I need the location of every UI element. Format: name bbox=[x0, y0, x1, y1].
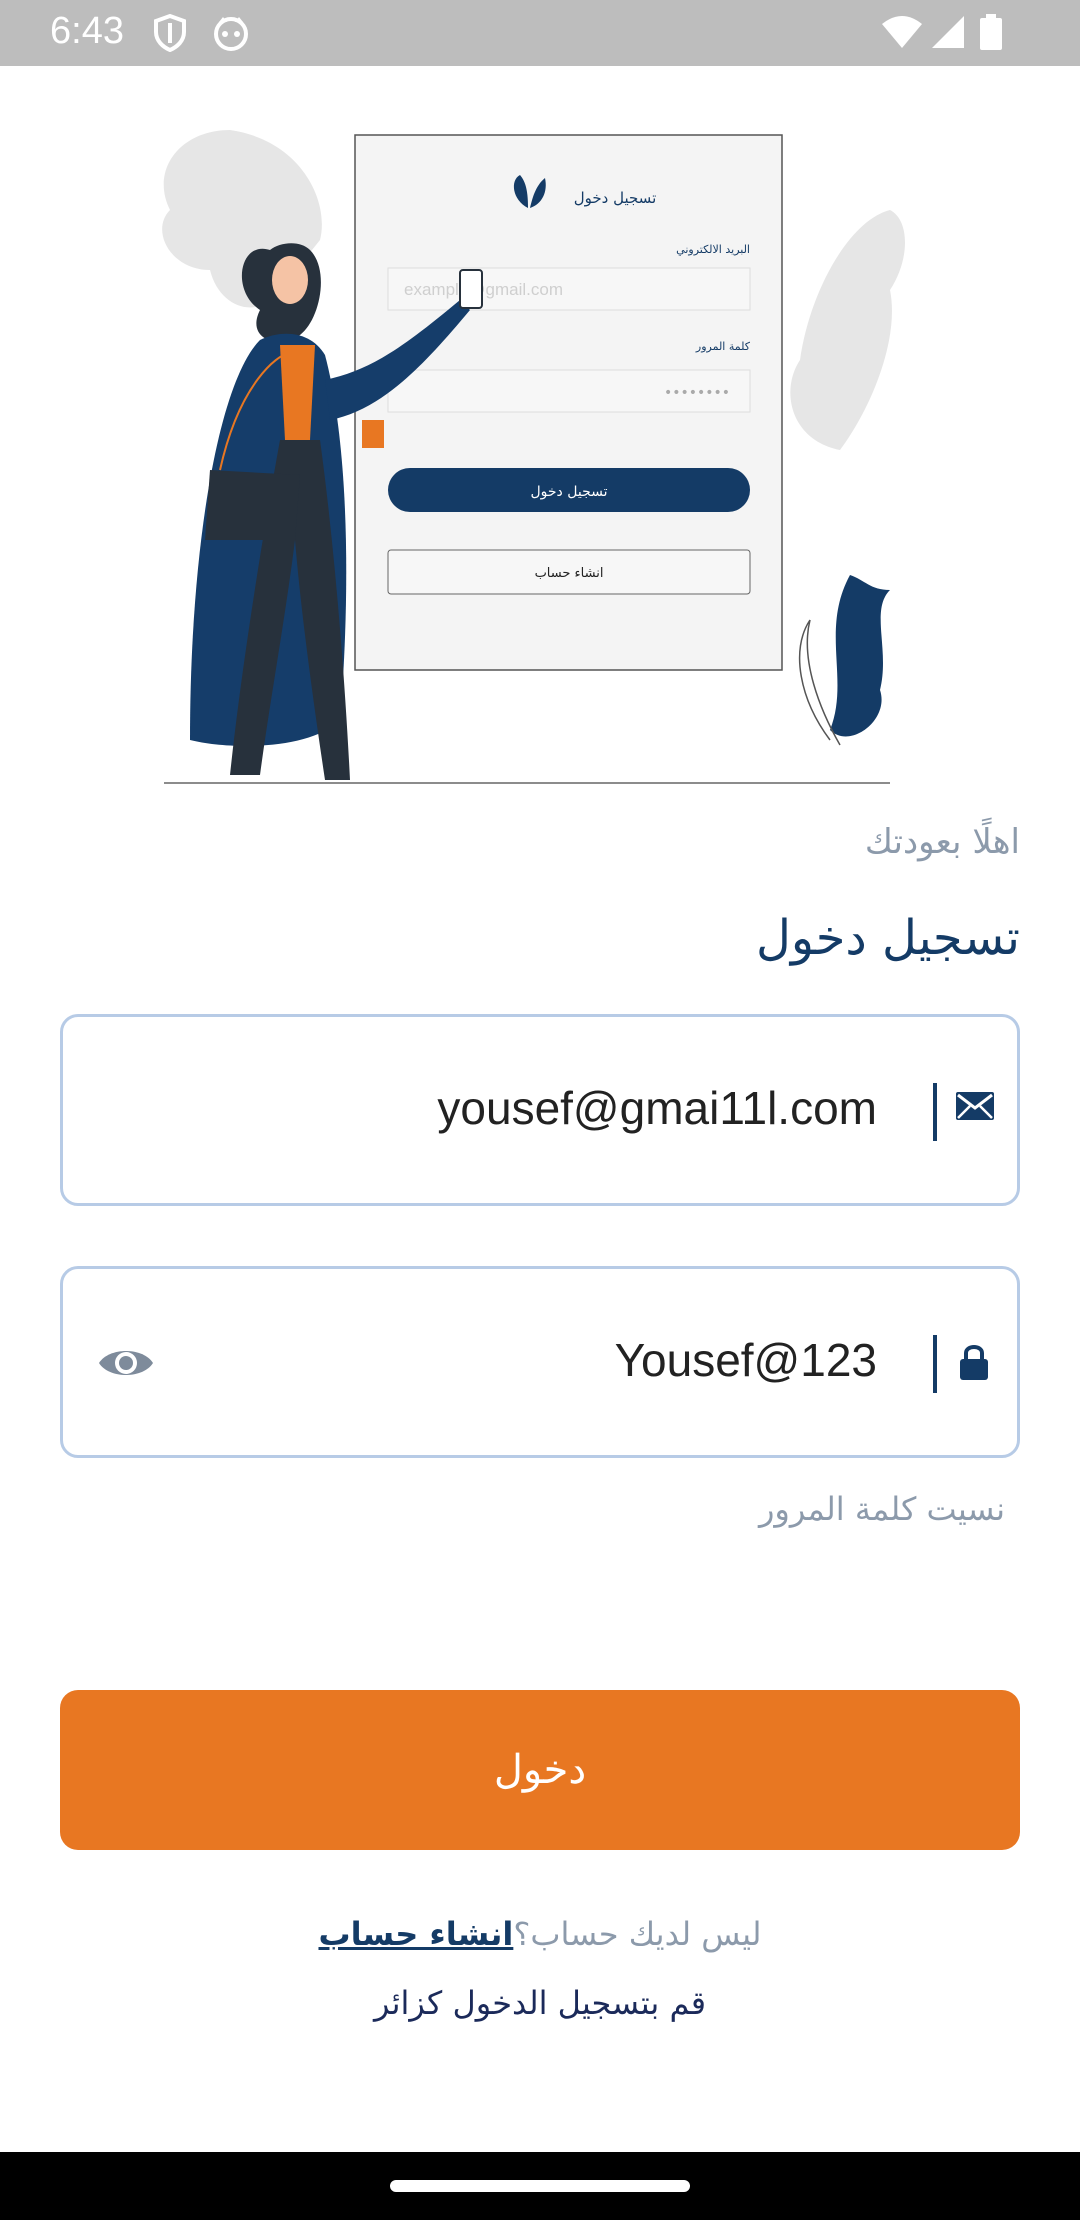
signal-icon bbox=[930, 14, 966, 54]
password-value[interactable]: Yousef@123 bbox=[615, 1333, 877, 1387]
forgot-password-link[interactable]: نسيت كلمة المرور bbox=[759, 1490, 1005, 1528]
login-screen: 6:43 تسجيل دخول البريد الالكتروني exampl… bbox=[0, 0, 1080, 2220]
shield-icon bbox=[152, 13, 188, 56]
create-account-link[interactable]: انشاء حساب bbox=[318, 1915, 513, 1953]
battery-icon bbox=[980, 14, 1002, 54]
eye-icon[interactable] bbox=[97, 1343, 155, 1387]
page-title: تسجيل دخول bbox=[756, 910, 1020, 966]
password-field[interactable]: Yousef@123 bbox=[60, 1266, 1020, 1458]
field-divider bbox=[933, 1335, 937, 1393]
signup-prompt: ليس لديك حساب؟انشاء حساب bbox=[0, 1915, 1080, 1953]
cat-face-icon bbox=[212, 14, 250, 56]
envelope-icon bbox=[955, 1091, 995, 1125]
signup-question: ليس لديك حساب؟ bbox=[513, 1915, 762, 1953]
login-illustration: تسجيل دخول البريد الالكتروني example@gma… bbox=[150, 120, 930, 790]
welcome-text: اهلًا بعودتك bbox=[864, 822, 1020, 862]
illustration-email-placeholder: example@gmail.com bbox=[404, 280, 563, 299]
navigation-bar bbox=[0, 2152, 1080, 2220]
email-value[interactable]: yousef@gmai11l.com bbox=[437, 1081, 877, 1135]
email-field[interactable]: yousef@gmai11l.com bbox=[60, 1014, 1020, 1206]
guest-login-link[interactable]: قم بتسجيل الدخول كزائر bbox=[0, 1984, 1080, 2022]
illustration-create-account: انشاء حساب bbox=[535, 566, 604, 581]
illustration-card-title: تسجيل دخول bbox=[574, 189, 657, 207]
wifi-icon bbox=[880, 14, 924, 54]
login-button-label: دخول bbox=[493, 1748, 587, 1792]
login-button[interactable]: دخول bbox=[60, 1690, 1020, 1850]
illustration-login-button: تسجيل دخول bbox=[531, 484, 608, 500]
status-bar: 6:43 bbox=[0, 0, 1080, 66]
illustration-password-label: كلمة المرور bbox=[695, 340, 751, 353]
home-indicator[interactable] bbox=[390, 2180, 690, 2192]
lock-icon bbox=[959, 1343, 989, 1385]
field-divider bbox=[933, 1083, 937, 1141]
illustration-email-label: البريد الالكتروني bbox=[676, 243, 750, 256]
illustration-password-mask: •••••••• bbox=[664, 385, 730, 401]
status-time: 6:43 bbox=[50, 10, 124, 52]
